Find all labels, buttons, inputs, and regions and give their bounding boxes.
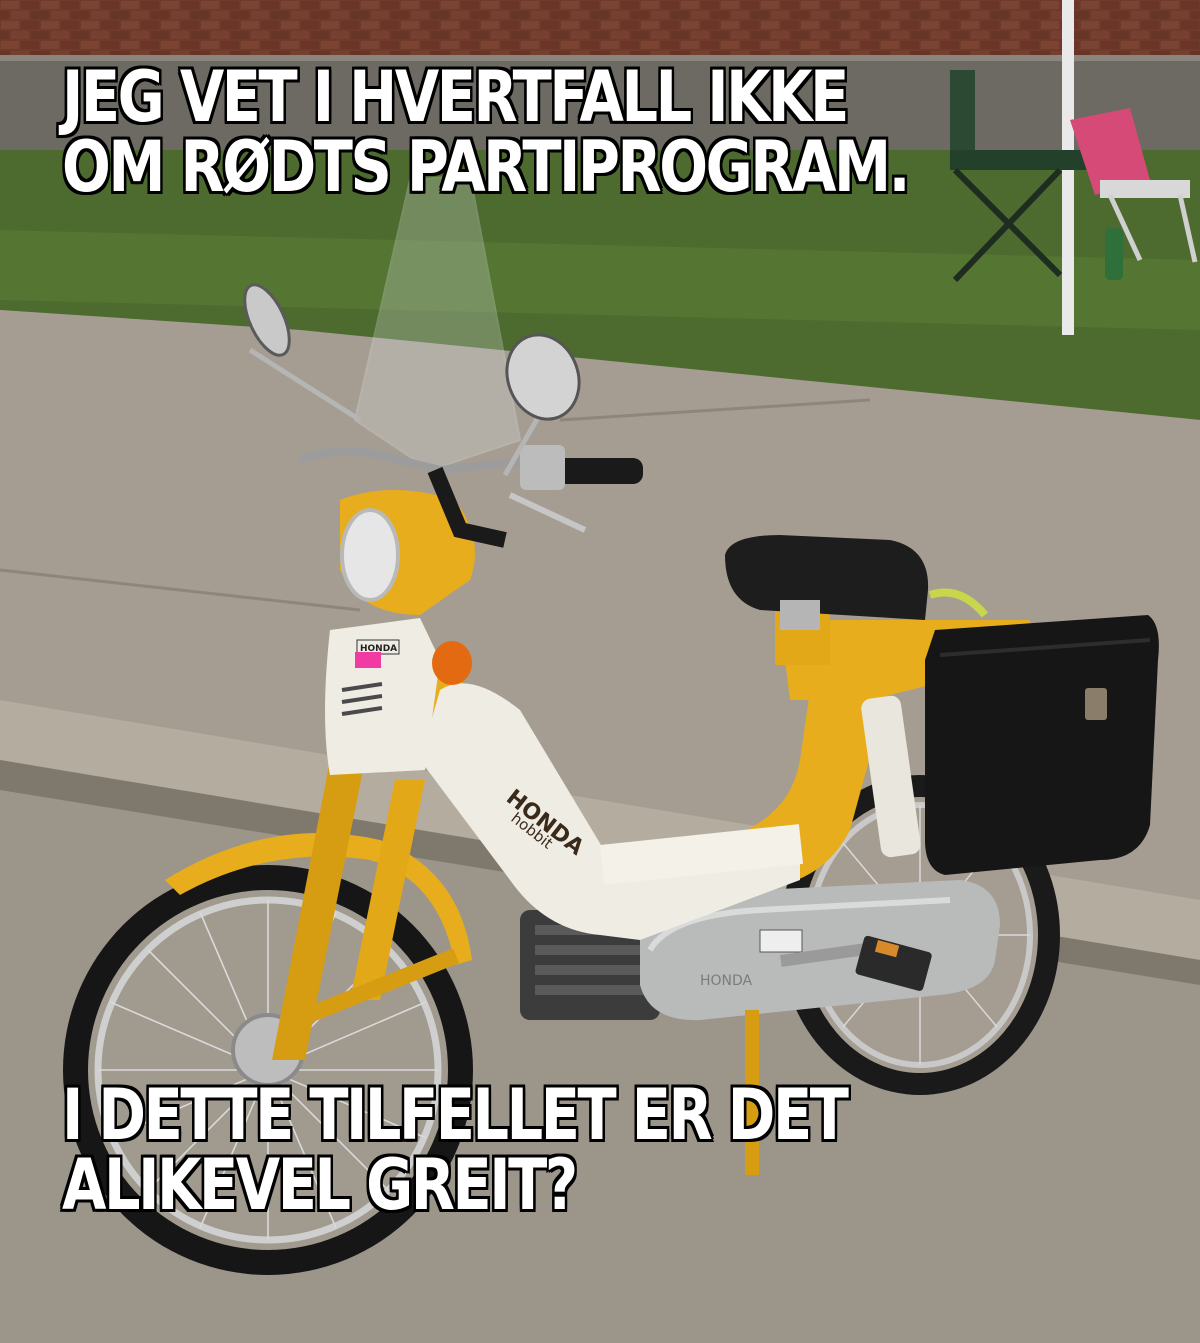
bottom-caption-line-1: I DETTE TILFELLET ER DET (62, 1074, 849, 1156)
headlight (340, 508, 400, 602)
right-grip (555, 458, 643, 484)
engine-brand: HONDA (700, 973, 753, 989)
seat (725, 535, 929, 620)
turn-signal (432, 641, 472, 685)
price-sticker (355, 652, 381, 668)
bottom-caption: I DETTE TILFELLET ER DET ALIKEVEL GREIT? (62, 1074, 849, 1226)
top-caption: JEG VET I HVERTFALL IKKE OM RØDTS PARTIP… (62, 56, 910, 208)
brick-wall (0, 0, 1200, 55)
top-caption-line-1: JEG VET I HVERTFALL IKKE (62, 56, 849, 138)
meme-image: HONDA HONDA hobbit HONDA JEG VET I HVERT… (0, 0, 1200, 1343)
top-caption-line-2: OM RØDTS PARTIPROGRAM. (62, 126, 910, 208)
saddlebag (925, 615, 1159, 875)
bottle (1105, 228, 1123, 280)
bottom-caption-line-2: ALIKEVEL GREIT? (62, 1144, 578, 1226)
